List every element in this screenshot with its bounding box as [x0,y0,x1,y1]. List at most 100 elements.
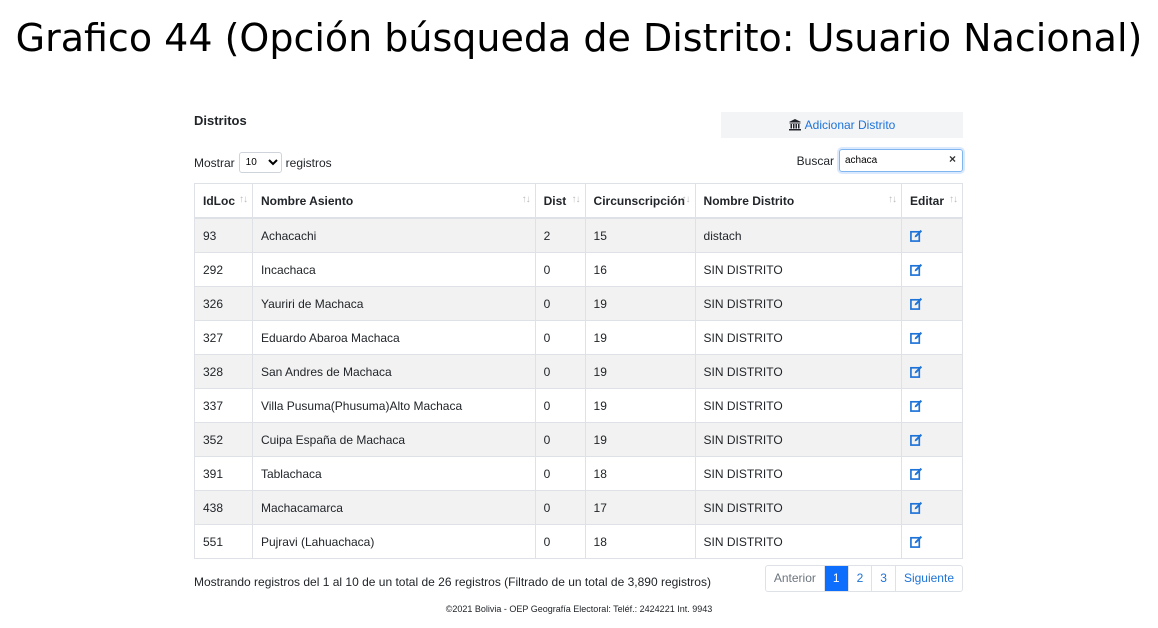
cell-editar [901,524,963,559]
pagination-page-3[interactable]: 3 [871,566,895,591]
table-header-row: IdLoc ↑↓ Nombre Asiento ↑↓ Dist ↑↓ Circunsc… [194,183,963,219]
edit-icon[interactable] [910,535,924,549]
table-body: 93 Achacachi 2 15 distach 292 Incachaca 0 16 SIN … [194,217,963,559]
districts-table: IdLoc ↑↓ Nombre Asiento ↑↓ Dist ↑↓ Circunsc… [194,183,963,559]
cell-nombre-asiento: Achacachi [251,217,536,253]
cell-nombre-asiento: Yauriri de Machaca [251,286,536,321]
cell-nombre-asiento: Tablachaca [251,456,536,491]
cell-idloc: 93 [194,217,253,253]
header-editar[interactable]: Editar ↑↓ [901,183,963,219]
cell-nombre-distrito: SIN DISTRITO [694,422,903,457]
panel-title: Distritos [194,113,247,128]
edit-icon[interactable] [910,331,924,345]
pagination-page-1[interactable]: 1 [823,566,848,591]
table-row: 93 Achacachi 2 15 distach [194,217,963,253]
cell-dist: 0 [534,524,586,559]
cell-editar [901,422,963,457]
cell-nombre-distrito: SIN DISTRITO [694,388,903,423]
header-dist[interactable]: Dist ↑↓ [534,183,586,219]
cell-nombre-asiento: San Andres de Machaca [251,354,536,389]
length-suffix: registros [285,155,332,170]
table-row: 326 Yauriri de Machaca 0 19 SIN DISTRITO [194,286,963,321]
search-input[interactable] [840,151,945,170]
cell-dist: 0 [534,456,586,491]
cell-editar [901,252,963,287]
pagination-previous[interactable]: Anterior [766,566,824,591]
cell-editar [901,320,963,355]
panel-header: Distritos Adicionar Distrito [194,108,963,144]
districts-panel: Distritos Adicionar Distrito Mostrar 10 … [194,108,963,605]
cell-nombre-distrito: SIN DISTRITO [694,524,903,559]
cell-dist: 0 [534,354,586,389]
length-prefix: Mostrar [194,155,235,170]
cell-idloc: 352 [194,422,253,457]
edit-icon[interactable] [910,229,924,243]
sort-icon: ↑↓ [521,194,531,205]
table-footer: Mostrando registros del 1 al 10 de un to… [194,565,963,605]
cell-nombre-distrito: SIN DISTRITO [694,286,903,321]
cell-idloc: 327 [194,320,253,355]
cell-nombre-asiento: Cuipa España de Machaca [251,422,536,457]
sort-icon: ↑↓ [571,194,581,205]
table-row: 327 Eduardo Abaroa Machaca 0 19 SIN DISTRITO [194,320,963,355]
search-label: Buscar [796,153,834,168]
cell-nombre-asiento: Villa Pusuma(Phusuma)Alto Machaca [251,388,536,423]
cell-nombre-distrito: SIN DISTRITO [694,320,903,355]
cell-idloc: 438 [194,490,253,525]
cell-circunscripcion: 19 [584,422,696,457]
table-info: Mostrando registros del 1 al 10 de un to… [194,575,711,589]
table-row: 292 Incachaca 0 16 SIN DISTRITO [194,252,963,287]
cell-nombre-distrito: SIN DISTRITO [694,354,903,389]
edit-icon[interactable] [910,433,924,447]
slide-title: Grafico 44 (Opción búsqueda de Distrito:… [15,16,1143,60]
cell-dist: 2 [534,217,586,253]
pagination-next[interactable]: Siguiente [894,566,962,591]
sort-icon: ↑↓ [949,194,958,205]
edit-icon[interactable] [910,501,924,515]
cell-circunscripcion: 18 [584,524,696,559]
pagination: Anterior 1 2 3 Siguiente [764,565,963,592]
table-row: 551 Pujravi (Lahuachaca) 0 18 SIN DISTRITO [194,524,963,559]
page-footer: ©2021 Bolivia - OEP Geografía Electoral:… [445,604,713,614]
cell-idloc: 326 [194,286,253,321]
cell-circunscripcion: 15 [584,217,696,253]
cell-editar [901,354,963,389]
edit-icon[interactable] [910,399,924,413]
search-box: × [839,149,963,172]
cell-dist: 0 [534,252,586,287]
add-district-button[interactable]: Adicionar Distrito [721,112,963,138]
cell-circunscripcion: 19 [584,320,696,355]
cell-idloc: 328 [194,354,253,389]
search-control: Buscar × [797,149,963,172]
header-nombre-distrito[interactable]: Nombre Distrito ↑↓ [694,183,903,219]
cell-editar [901,490,963,525]
add-district-label: Adicionar Distrito [804,118,896,132]
table-row: 337 Villa Pusuma(Phusuma)Alto Machaca 0 19 S… [194,388,963,423]
cell-dist: 0 [534,286,586,321]
edit-icon[interactable] [910,297,924,311]
header-idloc[interactable]: IdLoc ↑↓ [194,183,253,219]
cell-nombre-asiento: Eduardo Abaroa Machaca [251,320,536,355]
table-row: 438 Machacamarca 0 17 SIN DISTRITO [194,490,963,525]
cell-nombre-asiento: Incachaca [251,252,536,287]
header-nombre-asiento[interactable]: Nombre Asiento ↑↓ [251,183,536,219]
close-icon[interactable]: × [949,152,956,166]
cell-idloc: 337 [194,388,253,423]
edit-icon[interactable] [910,467,924,481]
cell-idloc: 391 [194,456,253,491]
cell-circunscripcion: 16 [584,252,696,287]
cell-editar [901,456,963,491]
table-row: 328 San Andres de Machaca 0 19 SIN DISTRITO [194,354,963,389]
header-circunscripcion[interactable]: Circunscripción ↑↓ [584,183,696,219]
sort-icon: ↑↓ [888,194,897,205]
cell-idloc: 292 [194,252,253,287]
pagination-page-2[interactable]: 2 [847,566,872,591]
table-row: 391 Tablachaca 0 18 SIN DISTRITO [194,456,963,491]
table-controls: Mostrar 10 registros Buscar × [194,149,963,179]
cell-circunscripcion: 19 [584,354,696,389]
edit-icon[interactable] [910,263,924,277]
cell-nombre-distrito: distach [694,217,903,253]
edit-icon[interactable] [910,365,924,379]
page-length-select[interactable]: 10 [238,152,282,173]
institution-icon [788,119,801,131]
